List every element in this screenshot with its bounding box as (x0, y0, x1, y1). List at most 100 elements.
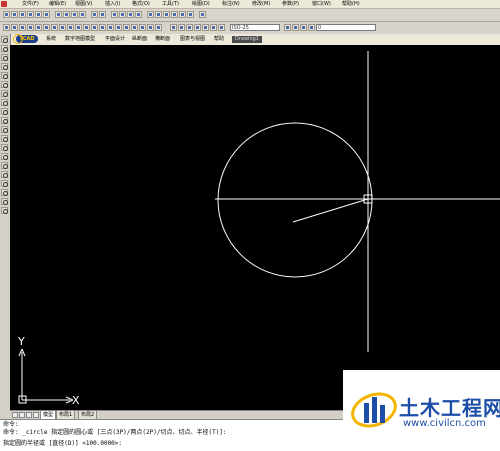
lightbulb-icon[interactable] (284, 24, 291, 31)
app-menu-profile[interactable]: 纵断面 (132, 36, 147, 43)
menu-window[interactable]: 窗口(W) (310, 0, 333, 8)
dim-aligned-icon[interactable] (11, 24, 18, 31)
sun-icon[interactable] (292, 24, 299, 31)
arc-icon[interactable] (1, 81, 8, 88)
match-properties-icon[interactable] (79, 11, 86, 18)
app-menu-dtm[interactable]: 数字地图模型 (65, 36, 95, 43)
dim-arc-icon[interactable] (19, 24, 26, 31)
point-icon[interactable] (1, 153, 8, 160)
add-selected-icon[interactable] (1, 207, 8, 214)
construction-line-icon[interactable] (1, 45, 8, 52)
dim-baseline-icon[interactable] (75, 24, 82, 31)
app-icon[interactable] (1, 1, 7, 7)
jogged-linear-icon[interactable] (131, 24, 138, 31)
preview-icon[interactable] (35, 11, 42, 18)
undo-icon[interactable] (91, 11, 98, 18)
layer-previous-icon[interactable] (186, 24, 193, 31)
menu-file[interactable]: 文件(F) (20, 0, 41, 8)
dim-space-icon[interactable] (91, 24, 98, 31)
menu-tools[interactable]: 工具(T) (160, 0, 181, 8)
calculator-icon[interactable] (187, 11, 194, 18)
dim-angular-icon[interactable] (59, 24, 66, 31)
app-menu-tables-views[interactable]: 图表与视图 (180, 36, 205, 43)
layer-color-icon[interactable] (308, 24, 315, 31)
layer-off-icon[interactable] (210, 24, 217, 31)
menu-draw[interactable]: 绘图(D) (190, 0, 212, 8)
cut-icon[interactable] (55, 11, 62, 18)
dim-text-edit-icon[interactable] (147, 24, 154, 31)
zoom-window-icon[interactable] (127, 11, 134, 18)
dim-edit-icon[interactable] (139, 24, 146, 31)
polyline-icon[interactable] (1, 54, 8, 61)
save-icon[interactable] (19, 11, 26, 18)
sheet-set-icon[interactable] (171, 11, 178, 18)
menu-edit[interactable]: 编辑(E) (47, 0, 68, 8)
open-icon[interactable] (11, 11, 18, 18)
dim-diameter-icon[interactable] (51, 24, 58, 31)
quick-dim-icon[interactable] (67, 24, 74, 31)
menu-insert[interactable]: 插入(I) (103, 0, 122, 8)
region-icon[interactable] (1, 180, 8, 187)
copy-icon[interactable] (63, 11, 70, 18)
tolerance-icon[interactable] (107, 24, 114, 31)
line-icon[interactable] (1, 36, 8, 43)
zoom-previous-icon[interactable] (135, 11, 142, 18)
design-center-icon[interactable] (155, 11, 162, 18)
menu-modify[interactable]: 修改(M) (250, 0, 272, 8)
table-icon[interactable] (1, 189, 8, 196)
tab-next-icon[interactable] (26, 412, 32, 418)
dim-update-icon[interactable] (155, 24, 162, 31)
markup-icon[interactable] (179, 11, 186, 18)
drawing-canvas[interactable]: Y X (10, 45, 500, 410)
layer-isolate-icon[interactable] (202, 24, 209, 31)
zoom-realtime-icon[interactable] (119, 11, 126, 18)
properties-icon[interactable] (147, 11, 154, 18)
dimstyle-select[interactable]: ISO-25 (230, 24, 280, 31)
menu-help[interactable]: 帮助(H) (340, 0, 362, 8)
dim-continue-icon[interactable] (83, 24, 90, 31)
spline-icon[interactable] (1, 108, 8, 115)
layer-state-icon[interactable] (178, 24, 185, 31)
inspection-icon[interactable] (123, 24, 130, 31)
dim-jogged-icon[interactable] (43, 24, 50, 31)
new-icon[interactable] (3, 11, 10, 18)
center-mark-icon[interactable] (115, 24, 122, 31)
layer-select[interactable]: 0 (316, 24, 376, 31)
dim-linear-icon[interactable] (3, 24, 10, 31)
make-block-icon[interactable] (1, 144, 8, 151)
pan-icon[interactable] (111, 11, 118, 18)
layer-freeze-icon[interactable] (218, 24, 225, 31)
tab-prev-icon[interactable] (19, 412, 25, 418)
help-icon[interactable] (199, 11, 206, 18)
app-menu-system[interactable]: 系统 (46, 36, 56, 43)
mtext-icon[interactable] (1, 198, 8, 205)
menu-parametric[interactable]: 参数(P) (280, 0, 301, 8)
dim-break-icon[interactable] (99, 24, 106, 31)
redo-icon[interactable] (99, 11, 106, 18)
print-icon[interactable] (27, 11, 34, 18)
menu-view[interactable]: 视图(V) (73, 0, 94, 8)
gradient-icon[interactable] (1, 171, 8, 178)
publish-icon[interactable] (43, 11, 50, 18)
tool-palettes-icon[interactable] (163, 11, 170, 18)
ellipse-icon[interactable] (1, 117, 8, 124)
app-menu-help[interactable]: 帮助 (214, 36, 224, 43)
app-menu-plan[interactable]: 平面设计 (105, 36, 125, 43)
rectangle-icon[interactable] (1, 72, 8, 79)
lock-icon[interactable] (300, 24, 307, 31)
paste-icon[interactable] (71, 11, 78, 18)
menu-dimension[interactable]: 标注(N) (220, 0, 242, 8)
hatch-icon[interactable] (1, 162, 8, 169)
circle-icon[interactable] (1, 90, 8, 97)
menu-format[interactable]: 格式(O) (130, 0, 152, 8)
dim-radius-icon[interactable] (35, 24, 42, 31)
command-prompt[interactable]: 指定圆的半径或 [直径(D)] <100.0000>: (3, 440, 122, 448)
layer-properties-icon[interactable] (170, 24, 177, 31)
make-current-icon[interactable] (194, 24, 201, 31)
revcloud-icon[interactable] (1, 99, 8, 106)
app-menu-cross-section[interactable]: 横断面 (155, 36, 170, 43)
dim-ordinate-icon[interactable] (27, 24, 34, 31)
tab-first-icon[interactable] (12, 412, 18, 418)
polygon-icon[interactable] (1, 63, 8, 70)
insert-block-icon[interactable] (1, 135, 8, 142)
